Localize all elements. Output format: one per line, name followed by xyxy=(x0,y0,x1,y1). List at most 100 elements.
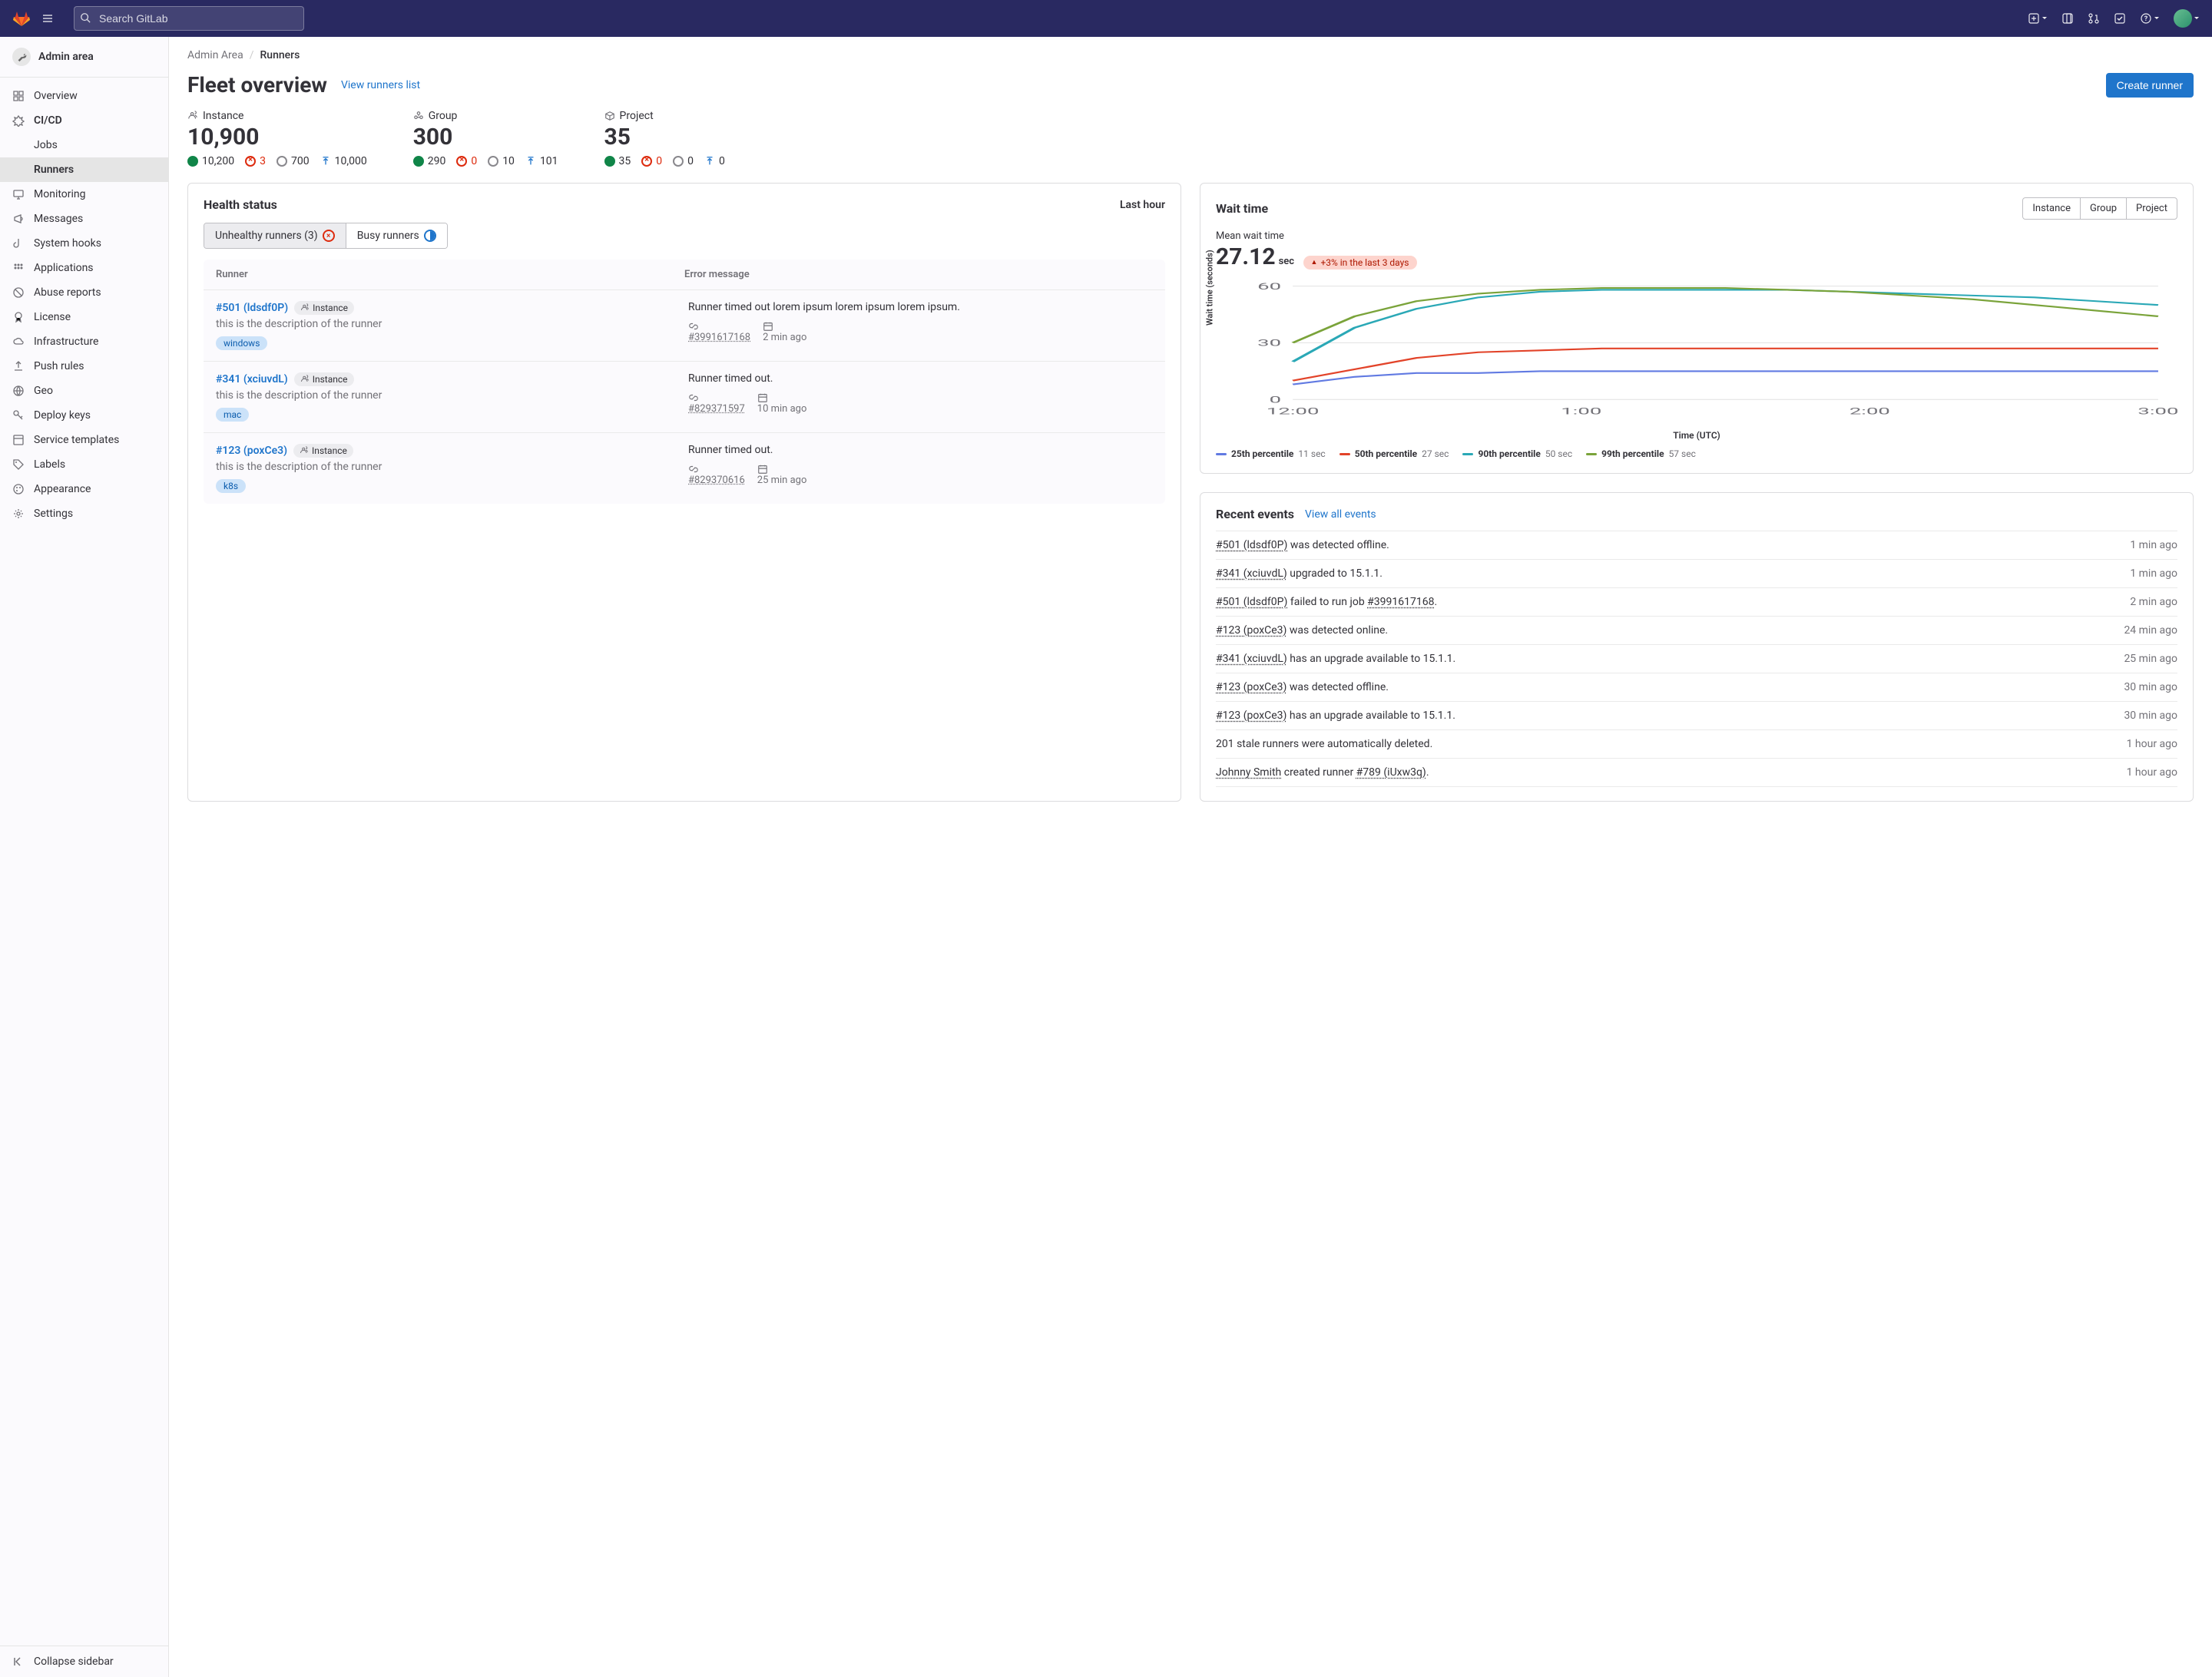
sidebar-item-geo[interactable]: Geo xyxy=(0,379,168,403)
help-dropdown-icon[interactable]: ? xyxy=(2140,12,2160,25)
mean-wait-unit: sec xyxy=(1279,256,1294,267)
job-link[interactable]: #829370616 xyxy=(688,475,745,486)
runner-id-link[interactable]: #501 (ldsdf0P) xyxy=(216,302,288,314)
sidebar-nav: Overview CI/CDJobsRunnersMonitoringMessag… xyxy=(0,78,168,1646)
runner-id-link[interactable]: #341 (xciuvdL) xyxy=(216,373,288,385)
sidebar-item-service-templates[interactable]: Service templates xyxy=(0,428,168,452)
seg-instance[interactable]: Instance xyxy=(2023,198,2081,219)
sidebar-item-label: Overview xyxy=(34,90,78,102)
sidebar-item-label: Infrastructure xyxy=(34,336,98,348)
event-link[interactable]: #123 (poxCe3) xyxy=(1216,710,1286,722)
online-dot-icon xyxy=(187,156,198,167)
users-icon xyxy=(187,111,198,121)
legend-item: 99th percentile57 sec xyxy=(1586,448,1696,459)
hook-icon xyxy=(12,237,25,250)
chip-stale: 700 xyxy=(276,155,310,167)
plus-dropdown-icon[interactable] xyxy=(2028,12,2048,25)
sidebar-item-applications[interactable]: Applications xyxy=(0,256,168,280)
view-runners-list-link[interactable]: View runners list xyxy=(341,79,420,91)
event-link[interactable]: #501 (ldsdf0P) xyxy=(1216,596,1287,608)
sidebar-item-label: Labels xyxy=(34,458,65,471)
svg-text:1:00: 1:00 xyxy=(1561,406,1601,417)
sidebar-item-system-hooks[interactable]: System hooks xyxy=(0,231,168,256)
search-icon xyxy=(80,12,91,23)
todos-icon[interactable] xyxy=(2114,12,2126,25)
wait-time-panel: Wait time Instance Group Project Mean wa… xyxy=(1200,183,2194,474)
chip-online: 10,200 xyxy=(187,155,234,167)
user-avatar[interactable] xyxy=(2174,9,2200,28)
sidebar-item-settings[interactable]: Settings xyxy=(0,501,168,526)
legend-swatch-icon xyxy=(1216,453,1227,455)
wait-time-chart: Wait time (seconds) 0306012:001:002:003:… xyxy=(1216,278,2177,424)
event-link[interactable]: Johnny Smith xyxy=(1216,766,1281,779)
appearance-icon xyxy=(12,483,25,495)
issues-icon[interactable] xyxy=(2061,12,2074,25)
scope-badge: Instance xyxy=(294,301,354,315)
stat-value: 35 xyxy=(604,124,725,150)
tab-busy-runners[interactable]: Busy runners xyxy=(346,223,447,248)
sidebar-item-labels[interactable]: Labels xyxy=(0,452,168,477)
view-all-events-link[interactable]: View all events xyxy=(1305,508,1376,521)
seg-project[interactable]: Project xyxy=(2127,198,2177,219)
stat-group: Group 300 290 0 10 101 xyxy=(413,110,558,167)
stat-value: 300 xyxy=(413,124,558,150)
event-link[interactable]: #789 (iUxw3q) xyxy=(1356,766,1426,779)
stat-label: Instance xyxy=(203,110,243,122)
online-dot-icon xyxy=(604,156,615,167)
link-icon xyxy=(688,464,745,475)
chip-stale: 10 xyxy=(488,155,515,167)
sidebar-item-abuse-reports[interactable]: Abuse reports xyxy=(0,280,168,305)
legend-val: 27 sec xyxy=(1422,448,1449,459)
sidebar-item-push-rules[interactable]: Push rules xyxy=(0,354,168,379)
sidebar-item-monitoring[interactable]: Monitoring xyxy=(0,182,168,207)
job-link[interactable]: #3991617168 xyxy=(688,332,750,343)
event-link[interactable]: #341 (xciuvdL) xyxy=(1216,653,1287,665)
event-link[interactable]: #341 (xciuvdL) xyxy=(1216,567,1287,580)
event-link[interactable]: #123 (poxCe3) xyxy=(1216,681,1286,693)
sidebar: Admin area OverviewCI/CDJobsRunnersMonit… xyxy=(0,37,169,1677)
runner-id-link[interactable]: #123 (poxCe3) xyxy=(216,445,287,457)
event-time: 1 hour ago xyxy=(2127,738,2177,750)
megaphone-icon xyxy=(12,213,25,225)
event-link[interactable]: #3991617168 xyxy=(1367,596,1434,608)
job-link-wrap: #829370616 xyxy=(688,464,745,486)
event-message: #501 (ldsdf0P) failed to run job #399161… xyxy=(1216,596,1437,608)
seg-group[interactable]: Group xyxy=(2081,198,2127,219)
calendar-icon xyxy=(757,392,807,403)
cloud-icon xyxy=(12,336,25,348)
sidebar-item-jobs[interactable]: Jobs xyxy=(0,133,168,157)
stale-ring-icon xyxy=(673,156,684,167)
wait-scope-segmented: Instance Group Project xyxy=(2022,197,2177,220)
sidebar-item-appearance[interactable]: Appearance xyxy=(0,477,168,501)
event-link[interactable]: #123 (poxCe3) xyxy=(1216,624,1286,637)
sidebar-item-license[interactable]: License xyxy=(0,305,168,329)
collapse-sidebar-button[interactable]: Collapse sidebar xyxy=(0,1646,168,1677)
legend-item: 25th percentile11 sec xyxy=(1216,448,1326,459)
breadcrumb-parent[interactable]: Admin Area xyxy=(187,49,243,61)
sidebar-item-infrastructure[interactable]: Infrastructure xyxy=(0,329,168,354)
tab-unhealthy-runners[interactable]: Unhealthy runners (3) × xyxy=(204,223,346,248)
event-link[interactable]: #501 (ldsdf0P) xyxy=(1216,539,1287,551)
create-runner-button[interactable]: Create runner xyxy=(2106,73,2194,98)
upgrade-icon xyxy=(704,156,715,167)
license-icon xyxy=(12,311,25,323)
stale-ring-icon xyxy=(276,156,287,167)
runner-tag: windows xyxy=(216,336,267,350)
legend-name: 50th percentile xyxy=(1355,448,1417,459)
sidebar-item-messages[interactable]: Messages xyxy=(0,207,168,231)
sidebar-item-overview[interactable]: Overview xyxy=(0,84,168,108)
event-message: #123 (poxCe3) has an upgrade available t… xyxy=(1216,710,1455,722)
delta-text: +3% in the last 3 days xyxy=(1320,257,1409,268)
stat-label: Group xyxy=(429,110,458,122)
merge-requests-icon[interactable] xyxy=(2088,12,2100,25)
gitlab-logo-icon[interactable] xyxy=(12,9,31,28)
tab-busy-label: Busy runners xyxy=(357,230,419,242)
job-link[interactable]: #829371597 xyxy=(688,403,745,415)
sidebar-item-deploy-keys[interactable]: Deploy keys xyxy=(0,403,168,428)
search-input[interactable] xyxy=(74,6,304,31)
collapse-label: Collapse sidebar xyxy=(34,1656,114,1668)
sidebar-item-ci-cd[interactable]: CI/CD xyxy=(0,108,168,133)
runner-row: #123 (poxCe3) Instance this is the descr… xyxy=(204,432,1165,504)
hamburger-icon[interactable] xyxy=(37,8,58,29)
sidebar-item-runners[interactable]: Runners xyxy=(0,157,168,182)
